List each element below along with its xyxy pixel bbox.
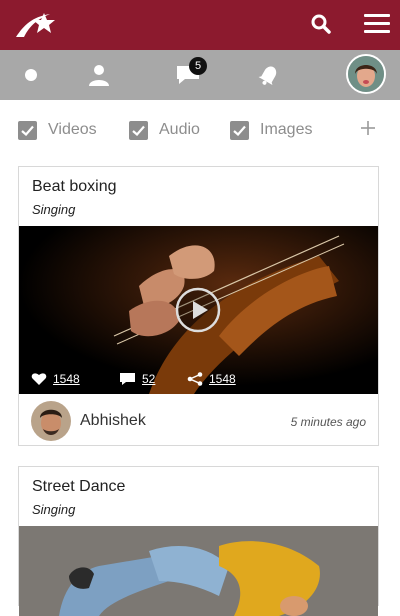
hamburger-menu-icon[interactable] — [364, 14, 390, 36]
comments-count[interactable]: 52 — [142, 372, 155, 386]
feed-card[interactable]: Street Dance Singing — [18, 466, 379, 616]
card-category: Singing — [32, 502, 76, 517]
filter-label: Images — [260, 121, 313, 138]
comments-stat[interactable]: 52 — [119, 371, 155, 387]
profile-avatar[interactable] — [346, 54, 386, 94]
nav-home[interactable] — [20, 50, 42, 100]
heart-icon — [31, 373, 47, 385]
checkbox-audio[interactable] — [129, 120, 148, 140]
street-dance-image[interactable] — [19, 526, 378, 616]
dancer-image — [19, 526, 378, 616]
likes-stat[interactable]: 1548 — [31, 371, 80, 387]
nav-profile[interactable] — [86, 50, 112, 100]
card-title[interactable]: Street Dance — [32, 478, 125, 496]
author-name[interactable]: Abhishek — [80, 412, 146, 430]
user-icon — [89, 65, 109, 86]
plus-icon[interactable] — [358, 118, 378, 138]
checkbox-images[interactable] — [230, 120, 249, 140]
author-avatar[interactable] — [31, 401, 71, 441]
filter-audio[interactable]: Audio — [129, 120, 200, 140]
logo-icon[interactable] — [14, 11, 60, 39]
feed-card[interactable]: Beat boxing Singing 1548 52 1548 Abhishe… — [18, 166, 379, 446]
dot-icon — [25, 69, 37, 81]
nav-notifications[interactable] — [256, 50, 282, 100]
card-category: Singing — [32, 202, 76, 217]
share-icon — [187, 372, 203, 386]
card-title[interactable]: Beat boxing — [32, 178, 117, 196]
comment-icon — [120, 373, 135, 385]
filter-videos[interactable]: Videos — [18, 120, 97, 140]
search-icon[interactable] — [309, 12, 333, 36]
checkmark-icon — [233, 125, 246, 136]
app-header — [0, 0, 400, 50]
filter-label: Audio — [159, 121, 200, 138]
navigation-bar: 5 — [0, 50, 400, 100]
post-time: 5 minutes ago — [290, 415, 366, 429]
shares-stat[interactable]: 1548 — [187, 371, 236, 387]
message-count-badge: 5 — [189, 57, 207, 75]
checkmark-icon — [21, 125, 34, 136]
checkmark-icon — [132, 125, 145, 136]
filter-images[interactable]: Images — [230, 120, 312, 140]
shares-count[interactable]: 1548 — [209, 372, 236, 386]
bell-icon — [258, 66, 277, 86]
video-thumbnail[interactable]: 1548 52 1548 — [19, 226, 378, 394]
likes-count[interactable]: 1548 — [53, 372, 80, 386]
play-icon[interactable] — [175, 287, 221, 333]
nav-messages[interactable]: 5 — [172, 50, 207, 100]
checkbox-videos[interactable] — [18, 120, 37, 140]
filter-label: Videos — [48, 121, 97, 138]
media-filters: Videos Audio Images — [0, 100, 400, 158]
